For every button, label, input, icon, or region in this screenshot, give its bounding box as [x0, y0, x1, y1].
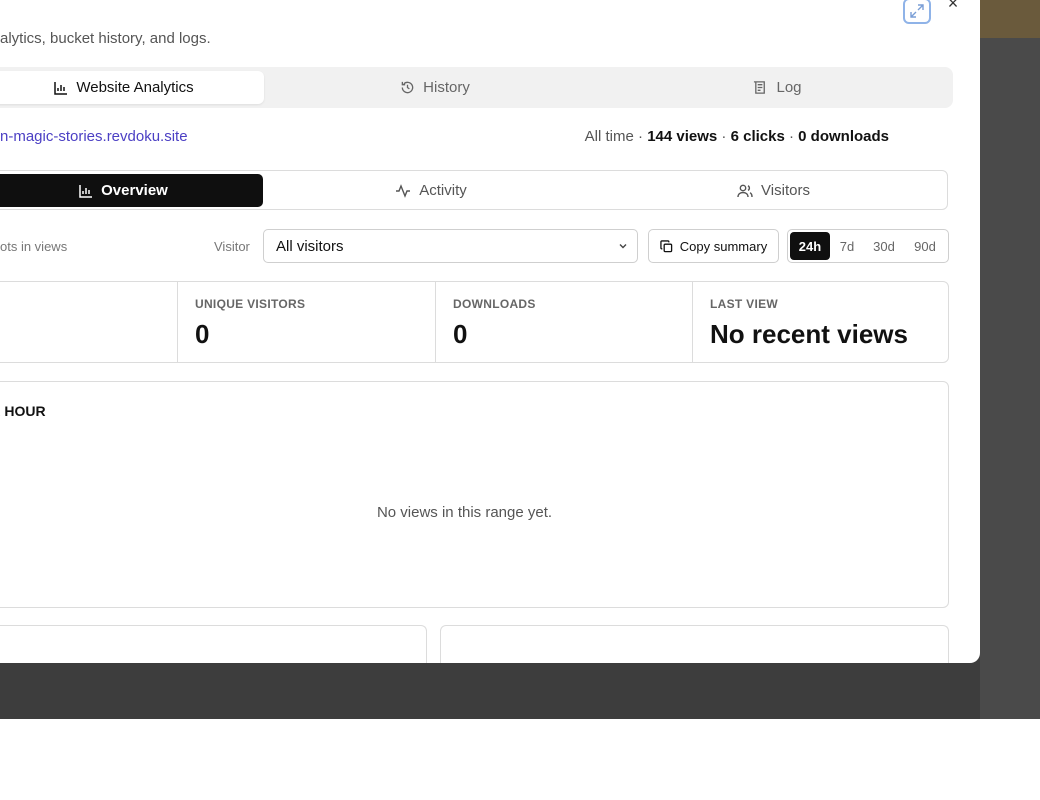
- tab-log[interactable]: Log: [610, 71, 945, 104]
- stat-cards: UNIQUE VISITORS 0 DOWNLOADS 0 LAST VIEW …: [0, 281, 949, 363]
- close-button[interactable]: ×: [944, 0, 962, 12]
- subtab-label: Visitors: [761, 182, 810, 199]
- bar-chart-icon: [79, 184, 93, 198]
- copy-summary-label: Copy summary: [679, 238, 768, 254]
- log-icon: [753, 80, 768, 95]
- close-icon: ×: [947, 0, 959, 13]
- stat-value: 0: [453, 319, 468, 349]
- modal-subtitle: alytics, bucket history, and logs.: [0, 30, 211, 47]
- tab-history[interactable]: History: [270, 71, 600, 104]
- bar-chart-icon: [54, 81, 68, 95]
- stat-value: 0: [195, 319, 210, 349]
- stats-separator: ·: [784, 128, 799, 145]
- analytics-subtabs: Overview Activity Visitors: [0, 170, 948, 210]
- visitor-select-value: All visitors: [276, 237, 344, 255]
- stat-label: LAST VIEW: [710, 297, 779, 311]
- chart-title: ER HOUR: [0, 403, 46, 419]
- time-range-selector: 24h 7d 30d 90d: [787, 229, 949, 263]
- stat-card-unique-visitors: UNIQUE VISITORS 0: [177, 282, 435, 362]
- users-icon: [737, 184, 753, 198]
- subtab-visitors[interactable]: Visitors: [601, 174, 946, 207]
- views-per-hour-chart: ER HOUR No views in this range yet.: [0, 381, 949, 608]
- range-24h-button[interactable]: 24h: [790, 232, 830, 260]
- copy-icon: [660, 239, 673, 253]
- lower-left-card: [0, 625, 427, 663]
- clicks-count: 6 clicks: [730, 128, 785, 145]
- subtab-activity[interactable]: Activity: [271, 174, 591, 207]
- history-icon: [400, 80, 415, 95]
- tab-label: History: [423, 79, 470, 96]
- subtab-label: Activity: [419, 182, 467, 199]
- expand-icon: [910, 4, 924, 18]
- range-90d-button[interactable]: 90d: [907, 232, 943, 260]
- stat-card-last-view: LAST VIEW No recent views: [692, 282, 948, 362]
- lower-right-card: [440, 625, 949, 663]
- tab-website-analytics[interactable]: Website Analytics: [0, 71, 264, 104]
- stats-prefix: All time ·: [584, 128, 648, 145]
- visitor-select[interactable]: All visitors: [263, 229, 638, 263]
- stat-card-views: [0, 282, 177, 362]
- background-header: [980, 0, 1040, 38]
- main-tabs: Website Analytics History Log: [0, 67, 953, 108]
- range-30d-button[interactable]: 30d: [866, 232, 902, 260]
- subtab-overview[interactable]: Overview: [0, 174, 263, 207]
- all-time-stats: All time · 144 views · 6 clicks · 0 down…: [585, 128, 889, 145]
- tab-label: Website Analytics: [76, 79, 194, 96]
- expand-button[interactable]: [903, 0, 931, 24]
- downloads-count: 0 downloads: [798, 128, 889, 145]
- stat-label: DOWNLOADS: [453, 297, 536, 311]
- activity-icon: [395, 183, 411, 198]
- views-count: 144 views: [647, 128, 718, 145]
- stat-value: No recent views: [710, 319, 908, 349]
- chevron-down-icon: [617, 239, 629, 256]
- stat-label: UNIQUE VISITORS: [195, 297, 306, 311]
- chart-empty-message: No views in this range yet.: [376, 504, 553, 521]
- filter-note: ots in views: [0, 239, 68, 254]
- background-page: [980, 0, 1040, 719]
- tab-label: Log: [776, 79, 802, 96]
- stats-separator: ·: [717, 128, 731, 145]
- range-7d-button[interactable]: 7d: [833, 232, 861, 260]
- site-link[interactable]: n-magic-stories.revdoku.site: [0, 128, 188, 145]
- analytics-modal: alytics, bucket history, and logs. × Web…: [0, 0, 980, 663]
- stat-card-downloads: DOWNLOADS 0: [435, 282, 692, 362]
- visitor-label: Visitor: [214, 239, 250, 254]
- subtab-label: Overview: [101, 182, 168, 199]
- copy-summary-button[interactable]: Copy summary: [648, 229, 779, 263]
